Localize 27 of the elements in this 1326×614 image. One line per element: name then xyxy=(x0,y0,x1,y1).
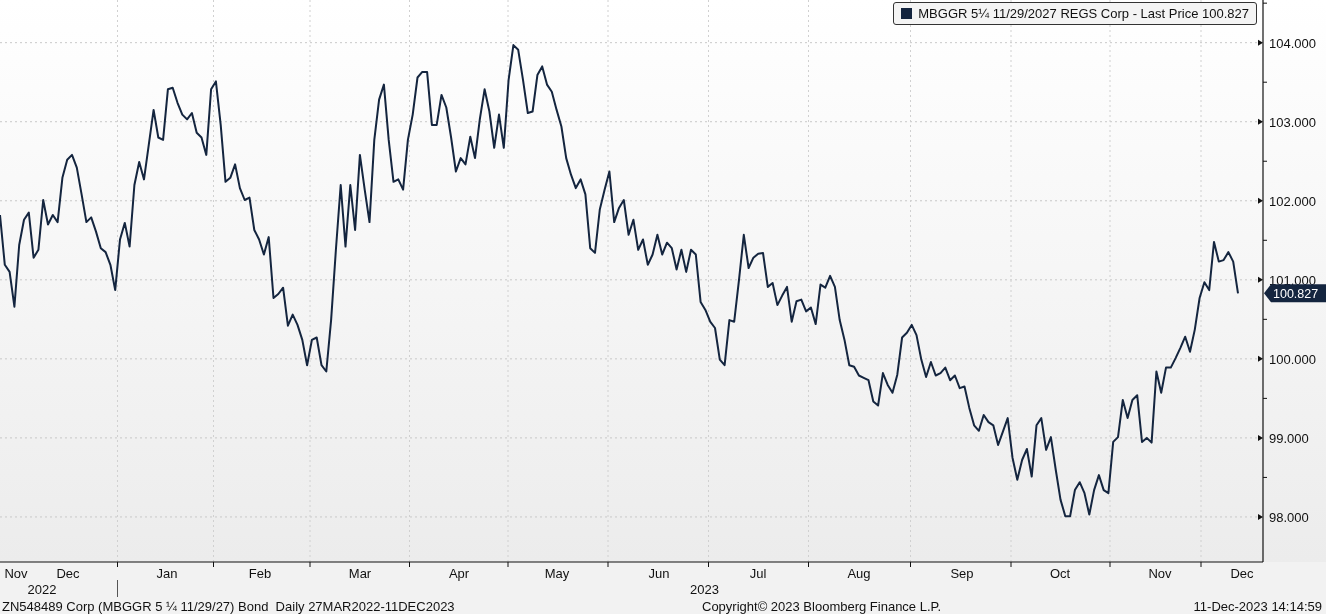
x-tick-label: Jun xyxy=(648,566,670,581)
x-tick-label: Mar xyxy=(348,566,372,581)
security-description: ZN548489 Corp (MBGGR 5 ¼ 11/29/27) Bond Daily 27MAR2022-11DEC2023 xyxy=(1,598,456,614)
x-tick-label: Nov xyxy=(4,566,28,581)
x-tick-label: Dec xyxy=(1230,566,1254,581)
year-label: 2022 xyxy=(27,582,57,597)
x-tick-label: Oct xyxy=(1049,566,1071,581)
copyright-text: Copyright© 2023 Bloomberg Finance L.P. xyxy=(702,598,943,614)
y-tick-label: 99.000 xyxy=(1269,430,1309,446)
price-tag: 100.827 xyxy=(1264,284,1326,303)
legend-label: MBGGR 5¼ 11/29/2027 REGS Corp - Last Price 100.827 xyxy=(918,6,1249,21)
x-tick-label: Aug xyxy=(847,566,871,581)
x-tick-label: Apr xyxy=(448,566,470,581)
y-tick-label: 98.000 xyxy=(1269,509,1309,525)
y-tick-label: 104.000 xyxy=(1269,35,1316,51)
x-tick-label: Nov xyxy=(1148,566,1172,581)
x-tick-label: Sep xyxy=(950,566,974,581)
year-label: 2023 xyxy=(690,582,719,597)
x-tick-label: Jul xyxy=(749,566,767,581)
x-tick-label: Jan xyxy=(156,566,178,581)
y-tick-label: 100.000 xyxy=(1269,351,1316,367)
x-tick-label: Dec xyxy=(56,566,80,581)
y-tick-label: 103.000 xyxy=(1269,114,1316,130)
x-tick-label: Feb xyxy=(248,566,272,581)
timestamp: 11-Dec-2023 14:14:59 xyxy=(1193,598,1323,614)
y-tick-label: 102.000 xyxy=(1269,193,1316,209)
x-tick-label: May xyxy=(544,566,570,581)
